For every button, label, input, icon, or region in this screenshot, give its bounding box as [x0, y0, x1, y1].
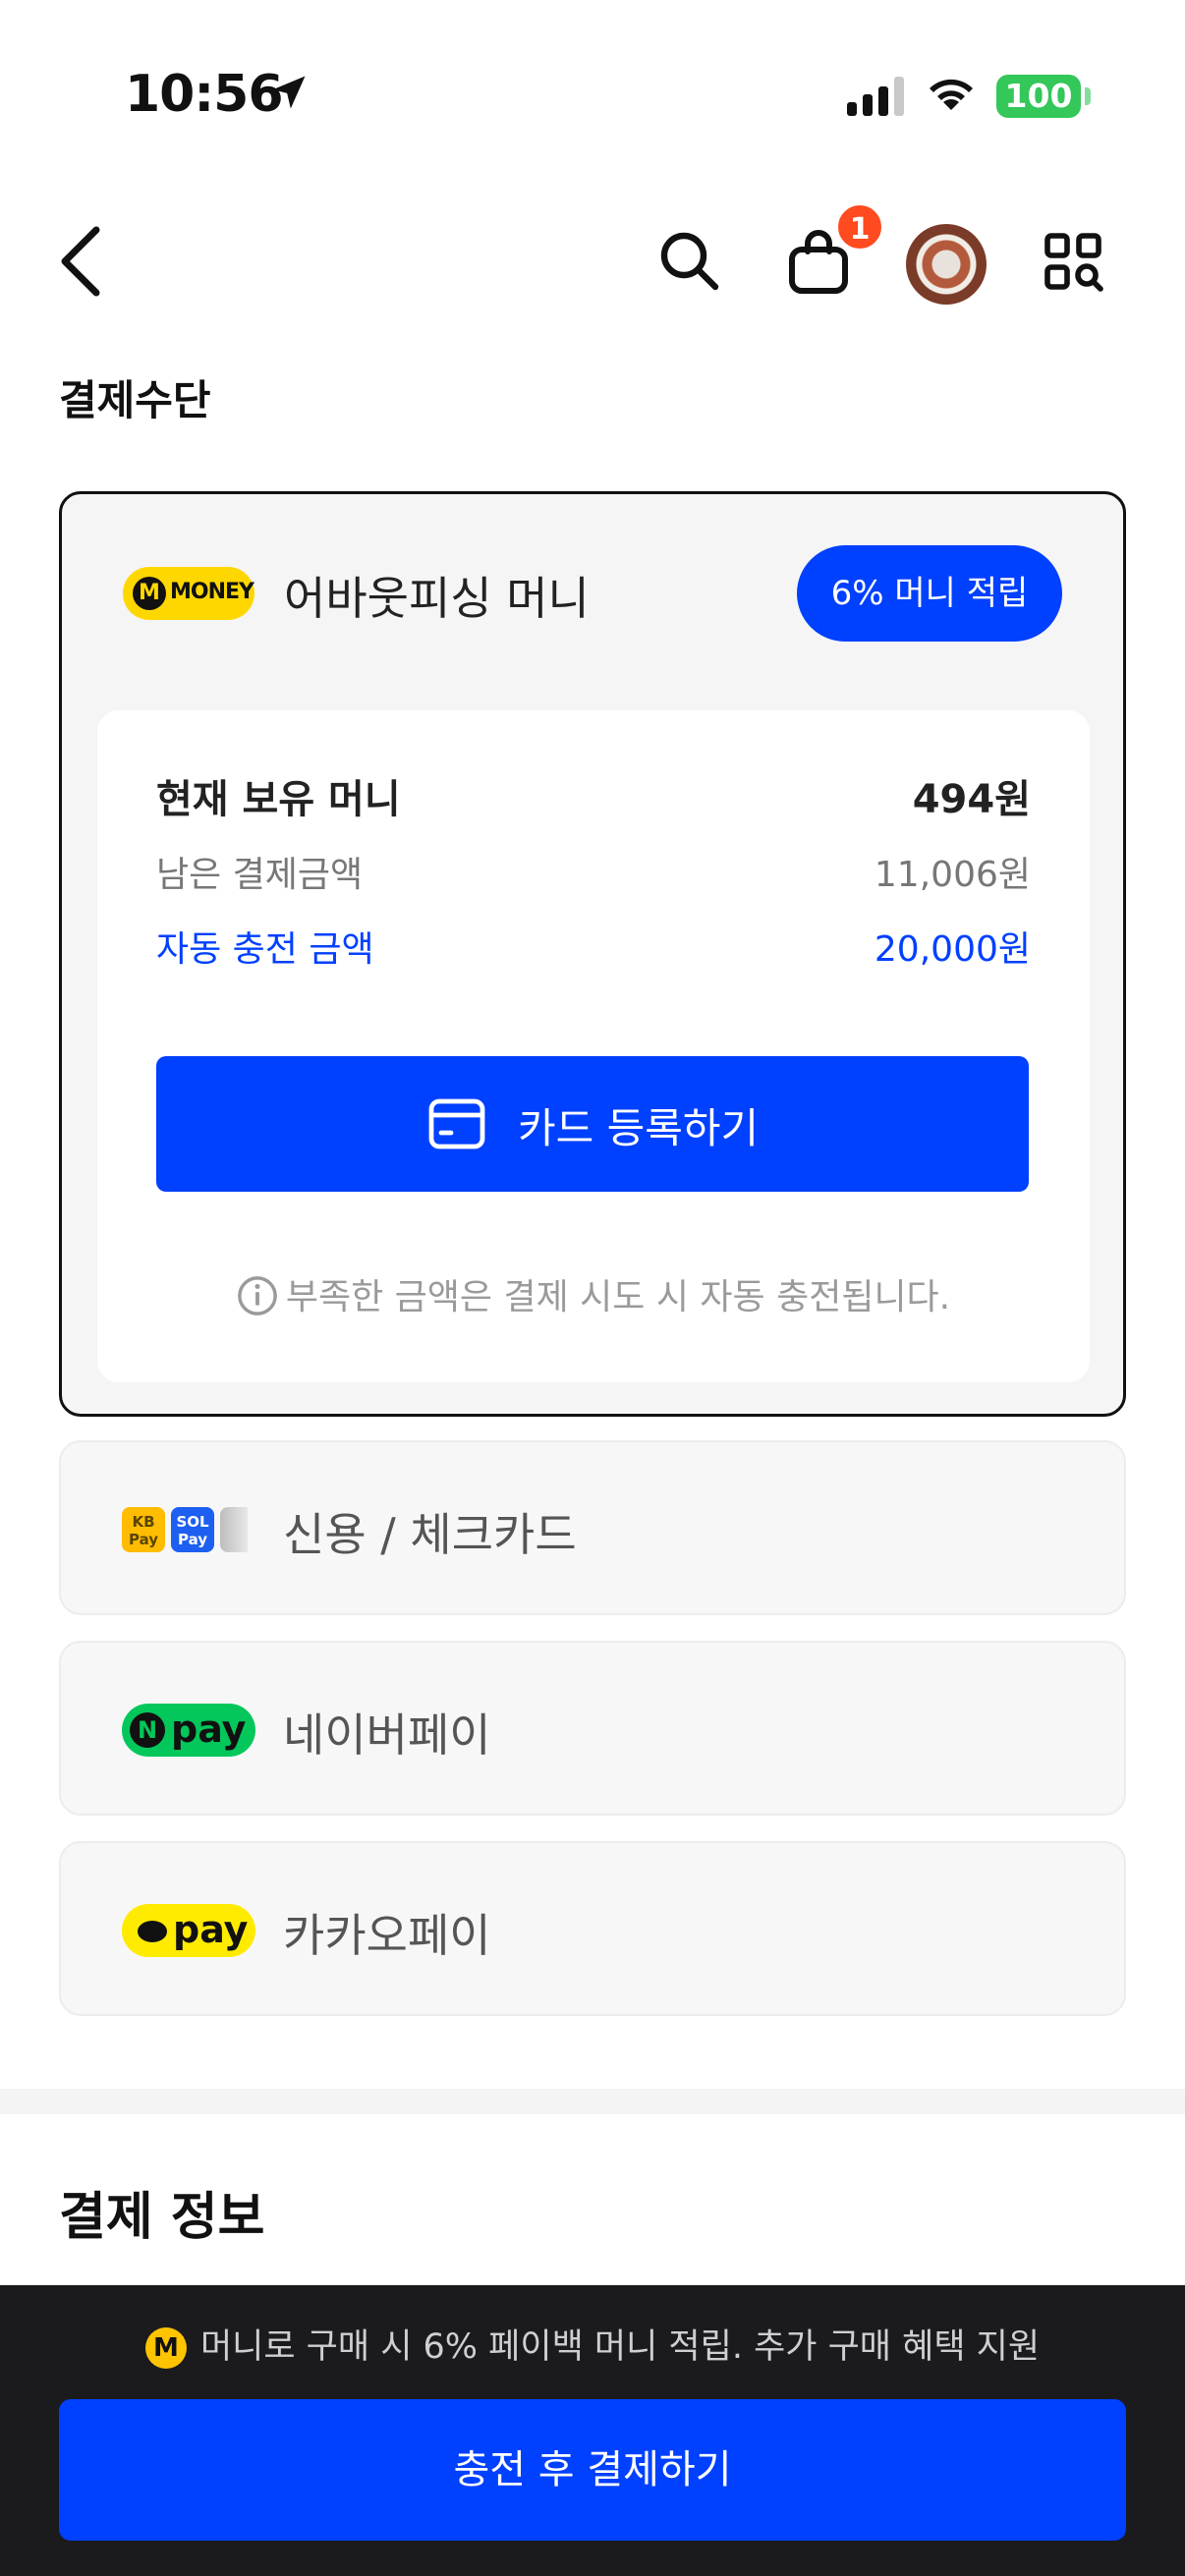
status-bar: 10:56 100 — [0, 0, 1185, 187]
card-option-label: 신용 / 체크카드 — [283, 1508, 577, 1561]
naverpay-option-label: 네이버페이 — [283, 1708, 491, 1762]
sol-pay-logo: SOL Pay — [171, 1507, 214, 1552]
section-title-payment-method: 결제수단 — [59, 376, 211, 424]
remaining-amount-label: 남은 결제금액 — [156, 855, 364, 895]
payback-promo-text: 머니로 구매 시 6% 페이백 머니 적립. 추가 구매 혜택 지원 — [199, 2327, 1041, 2367]
bottom-bar: M 머니로 구매 시 6% 페이백 머니 적립. 추가 구매 혜택 지원 충전 후… — [0, 2285, 1185, 2576]
credit-card-icon — [428, 1098, 485, 1149]
auto-charge-row: 자동 충전 금액 20,000원 — [156, 921, 1031, 970]
money-logo: M MONEY — [123, 567, 254, 620]
remaining-amount-value: 11,006원 — [874, 855, 1031, 895]
payback-promo: M 머니로 구매 시 6% 페이백 머니 적립. 추가 구매 혜택 지원 — [0, 2319, 1185, 2369]
avatar[interactable] — [906, 224, 987, 305]
auto-charge-label: 자동 충전 금액 — [156, 929, 374, 970]
location-arrow-icon — [272, 76, 306, 109]
payment-option-naverpay[interactable]: N pay 네이버페이 — [59, 1641, 1126, 1816]
speech-bubble-icon — [138, 1921, 167, 1942]
back-icon[interactable] — [57, 226, 106, 297]
kb-pay-logo: KB Pay — [122, 1507, 165, 1552]
kakaopay-logo-text: pay — [173, 1908, 249, 1951]
payment-option-money[interactable]: M MONEY 어바웃피싱 머니 6% 머니 적립 현재 보유 머니 494원 … — [59, 491, 1126, 1417]
battery-cap — [1085, 87, 1091, 105]
kakaopay-logo: pay — [122, 1904, 255, 1957]
balance-label: 현재 보유 머니 — [156, 777, 401, 822]
auto-charge-notice: 부족한 금액은 결제 시도 시 자동 충전됩니다. — [97, 1268, 1090, 1319]
auto-charge-notice-text: 부족한 금액은 결제 시도 시 자동 충전됩니다. — [285, 1277, 951, 1317]
card-logos: KB Pay SOL Pay — [122, 1507, 259, 1554]
grid-search-icon[interactable] — [1044, 232, 1104, 293]
info-icon — [238, 1276, 277, 1316]
charge-and-pay-button[interactable]: 충전 후 결제하기 — [59, 2399, 1126, 2541]
remaining-amount-row: 남은 결제금액 11,006원 — [156, 846, 1031, 895]
cellular-signal-icon — [847, 77, 904, 116]
search-icon[interactable] — [658, 230, 721, 293]
naverpay-logo: N pay — [122, 1704, 255, 1757]
money-logo-text: MONEY — [170, 580, 254, 604]
register-card-label: 카드 등록하기 — [518, 1104, 760, 1152]
money-m-icon: M — [144, 2327, 187, 2369]
naverpay-logo-n: N — [130, 1712, 165, 1748]
balance-value: 494원 — [912, 777, 1031, 822]
money-logo-m: M — [133, 577, 166, 610]
section-title-payment-info: 결제 정보 — [59, 2188, 265, 2247]
kakaopay-option-label: 카카오페이 — [283, 1909, 491, 1962]
wifi-icon — [930, 79, 973, 110]
battery-indicator: 100 — [996, 75, 1081, 118]
balance-row: 현재 보유 머니 494원 — [156, 767, 1031, 822]
naverpay-logo-text: pay — [171, 1708, 247, 1751]
register-card-button[interactable]: 카드 등록하기 — [156, 1056, 1029, 1192]
status-time: 10:56 — [125, 65, 284, 124]
payment-option-kakaopay[interactable]: pay 카카오페이 — [59, 1841, 1126, 2016]
section-divider — [0, 2089, 1185, 2114]
money-title: 어바웃피싱 머니 — [284, 572, 590, 625]
payment-option-card[interactable]: KB Pay SOL Pay 신용 / 체크카드 — [59, 1440, 1126, 1615]
card-logo-partial — [220, 1507, 248, 1552]
money-reward-badge: 6% 머니 적립 — [797, 545, 1062, 642]
auto-charge-value: 20,000원 — [874, 929, 1031, 970]
money-detail-card: 현재 보유 머니 494원 남은 결제금액 11,006원 자동 충전 금액 2… — [97, 710, 1090, 1382]
cart-count-badge: 1 — [835, 202, 884, 252]
